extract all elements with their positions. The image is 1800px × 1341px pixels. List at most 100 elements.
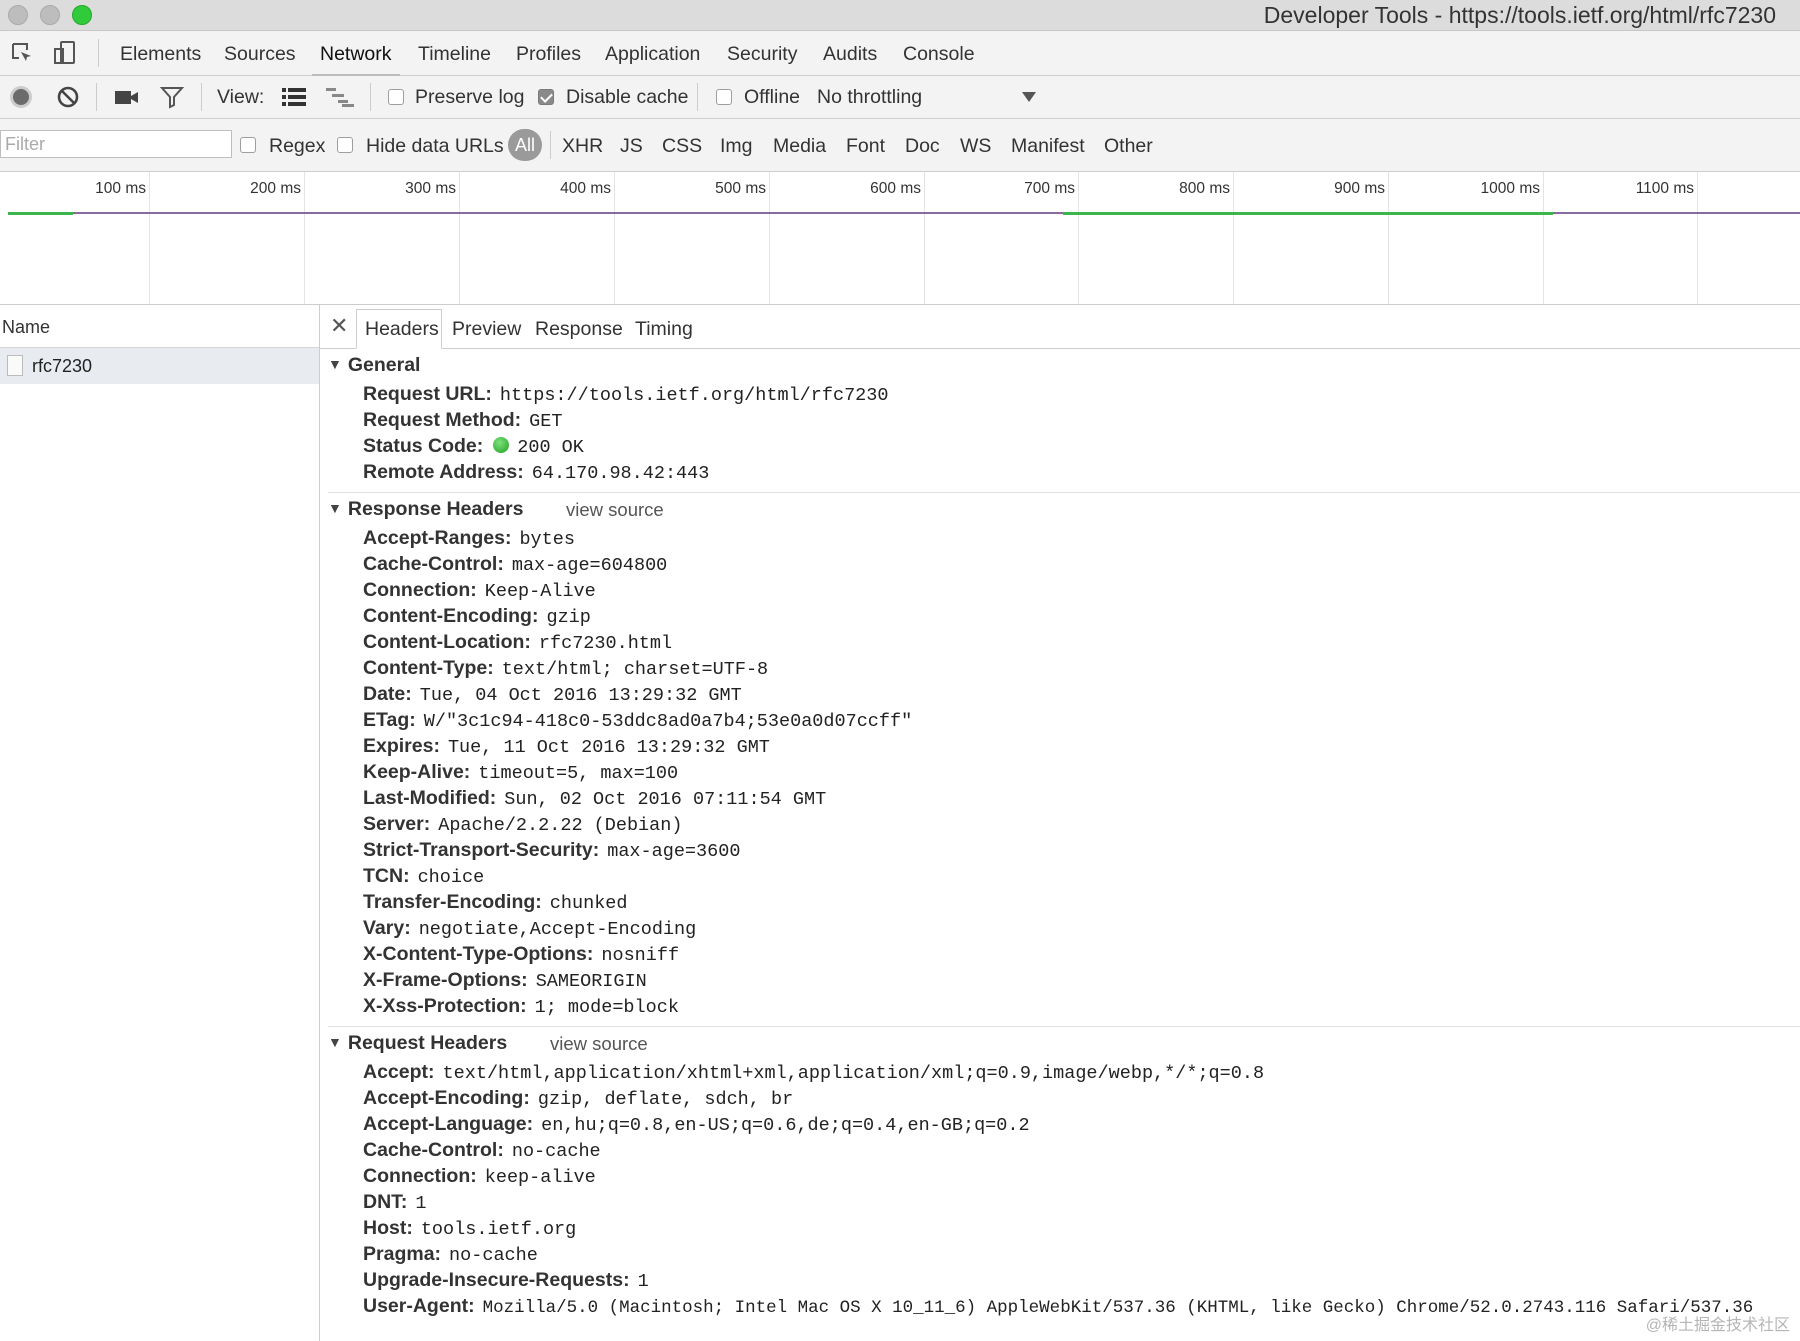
- tab-response[interactable]: Response: [535, 318, 623, 341]
- tab-application[interactable]: Application: [605, 43, 700, 66]
- overview-tick-label: 400 ms: [560, 180, 611, 197]
- header-value: Tue, 04 Oct 2016 13:29:32 GMT: [419, 685, 742, 706]
- overview-tick-label: 700 ms: [1024, 180, 1075, 197]
- header-value: 64.170.98.42:443: [531, 463, 710, 484]
- header-row: TCN: choice: [363, 863, 484, 891]
- filter-icon[interactable]: [160, 85, 184, 109]
- tab-network[interactable]: Network: [312, 43, 400, 76]
- tab-preview[interactable]: Preview: [452, 318, 521, 341]
- preserve-log-checkbox[interactable]: [388, 89, 404, 105]
- disable-cache-label: Disable cache: [566, 86, 689, 108]
- overview-gridline: [149, 172, 150, 304]
- request-headers-section-toggle[interactable]: ▼ Request Headers: [328, 1032, 507, 1055]
- toolbar-divider: [201, 83, 202, 111]
- header-value: gzip, deflate, sdch, br: [537, 1089, 794, 1110]
- request-list-panel: Name rfc7230: [0, 305, 320, 1341]
- name-column-header[interactable]: Name: [0, 305, 319, 348]
- capture-screenshots-icon[interactable]: [114, 86, 140, 108]
- overview-request-bar: [1063, 212, 1553, 215]
- overview-request-bar: [8, 212, 73, 215]
- type-filter-media[interactable]: Media: [773, 135, 826, 158]
- header-row: Content-Type: text/html; charset=UTF-8: [363, 655, 768, 683]
- general-section-toggle[interactable]: ▼ General: [328, 354, 420, 377]
- disable-cache-checkbox[interactable]: [538, 89, 554, 105]
- type-filter-ws[interactable]: WS: [960, 135, 991, 158]
- overview-tick-label: 600 ms: [870, 180, 921, 197]
- type-filter-doc[interactable]: Doc: [905, 135, 940, 158]
- header-value: keep-alive: [484, 1167, 596, 1188]
- header-row: Connection: Keep-Alive: [363, 577, 596, 605]
- type-filter-manifest[interactable]: Manifest: [1011, 135, 1085, 158]
- status-ok-icon: [493, 437, 510, 453]
- offline-checkbox[interactable]: [716, 89, 732, 105]
- tab-security[interactable]: Security: [727, 43, 797, 66]
- header-value: text/html; charset=UTF-8: [501, 659, 769, 680]
- device-mode-icon[interactable]: [52, 40, 78, 66]
- header-value: 1: [637, 1271, 649, 1292]
- header-value: Sun, 02 Oct 2016 07:11:54 GMT: [504, 789, 827, 810]
- header-row: User-Agent: Mozilla/5.0 (Macintosh; Intel…: [363, 1293, 1753, 1321]
- header-value: max-age=3600: [607, 841, 741, 862]
- header-row: Last-Modified: Sun, 02 Oct 2016 07:11:54 …: [363, 785, 826, 813]
- tab-headers[interactable]: Headers: [365, 318, 439, 341]
- toolbar-divider: [370, 83, 371, 111]
- inspect-element-icon[interactable]: [10, 41, 34, 65]
- tab-timeline[interactable]: Timeline: [418, 43, 491, 66]
- header-key: Content-Type:: [363, 657, 494, 679]
- header-value: Apache/2.2.22 (Debian): [438, 815, 683, 836]
- response-view-source-link[interactable]: view source: [566, 499, 664, 521]
- overview-tick-label: 1100 ms: [1635, 180, 1694, 197]
- header-row: DNT: 1: [363, 1189, 427, 1217]
- section-divider: [328, 1026, 1800, 1027]
- request-view-source-link[interactable]: view source: [550, 1033, 648, 1055]
- chevron-down-icon[interactable]: [1022, 92, 1036, 102]
- header-key: Connection:: [363, 1165, 477, 1187]
- regex-checkbox[interactable]: [240, 137, 256, 153]
- watermark: @稀土掘金技术社区: [1645, 1317, 1790, 1334]
- type-filter-css[interactable]: CSS: [662, 135, 702, 158]
- header-value: 200 OK: [517, 437, 584, 458]
- header-value: rfc7230.html: [538, 633, 673, 654]
- tab-elements[interactable]: Elements: [120, 43, 201, 66]
- minimize-window-button[interactable]: [40, 5, 60, 25]
- regex-label: Regex: [269, 135, 326, 157]
- request-row[interactable]: rfc7230: [0, 348, 319, 384]
- toolbar-divider: [96, 83, 97, 111]
- close-icon[interactable]: ✕: [330, 313, 348, 339]
- header-key: Transfer-Encoding:: [363, 891, 542, 913]
- header-value: 1; mode=block: [534, 997, 679, 1018]
- devtools-main-tabbar: Elements Sources Network Timeline Profil…: [0, 31, 1800, 76]
- type-filter-other[interactable]: Other: [1104, 135, 1153, 158]
- tab-sources[interactable]: Sources: [224, 43, 296, 66]
- tab-audits[interactable]: Audits: [823, 43, 877, 66]
- header-key: Cache-Control:: [363, 553, 504, 575]
- record-icon[interactable]: [9, 85, 33, 109]
- response-headers-section-toggle[interactable]: ▼ Response Headers: [328, 498, 523, 521]
- zoom-window-button[interactable]: [72, 5, 92, 25]
- tab-profiles[interactable]: Profiles: [516, 43, 581, 66]
- hide-data-urls-checkbox[interactable]: [337, 137, 353, 153]
- close-window-button[interactable]: [8, 5, 28, 25]
- type-filter-img[interactable]: Img: [720, 135, 753, 158]
- type-filter-font[interactable]: Font: [846, 135, 885, 158]
- type-filter-all[interactable]: All: [508, 129, 542, 161]
- type-filter-xhr[interactable]: XHR: [562, 135, 603, 158]
- clear-icon[interactable]: [56, 85, 80, 109]
- header-key: User-Agent:: [363, 1295, 475, 1317]
- header-key: Vary:: [363, 917, 411, 939]
- header-key: Date:: [363, 683, 412, 705]
- filter-input[interactable]: [0, 130, 232, 158]
- header-key: Accept-Language:: [363, 1113, 534, 1135]
- tab-timing[interactable]: Timing: [635, 318, 693, 341]
- header-row: Pragma: no-cache: [363, 1241, 538, 1269]
- tab-console[interactable]: Console: [903, 43, 975, 66]
- large-rows-view-icon[interactable]: [282, 87, 306, 107]
- throttling-select[interactable]: No throttling: [817, 86, 922, 109]
- waterfall-overview-icon[interactable]: [326, 87, 354, 107]
- window-title: Developer Tools - https://tools.ietf.org…: [1263, 2, 1776, 28]
- type-filter-js[interactable]: JS: [620, 135, 643, 158]
- overview-tick-label: 100 ms: [95, 180, 146, 197]
- header-row: Date: Tue, 04 Oct 2016 13:29:32 GMT: [363, 681, 742, 709]
- network-overview-timeline[interactable]: 100 ms 200 ms 300 ms 400 ms 500 ms 600 m…: [0, 172, 1800, 305]
- toolbar-divider: [550, 131, 551, 159]
